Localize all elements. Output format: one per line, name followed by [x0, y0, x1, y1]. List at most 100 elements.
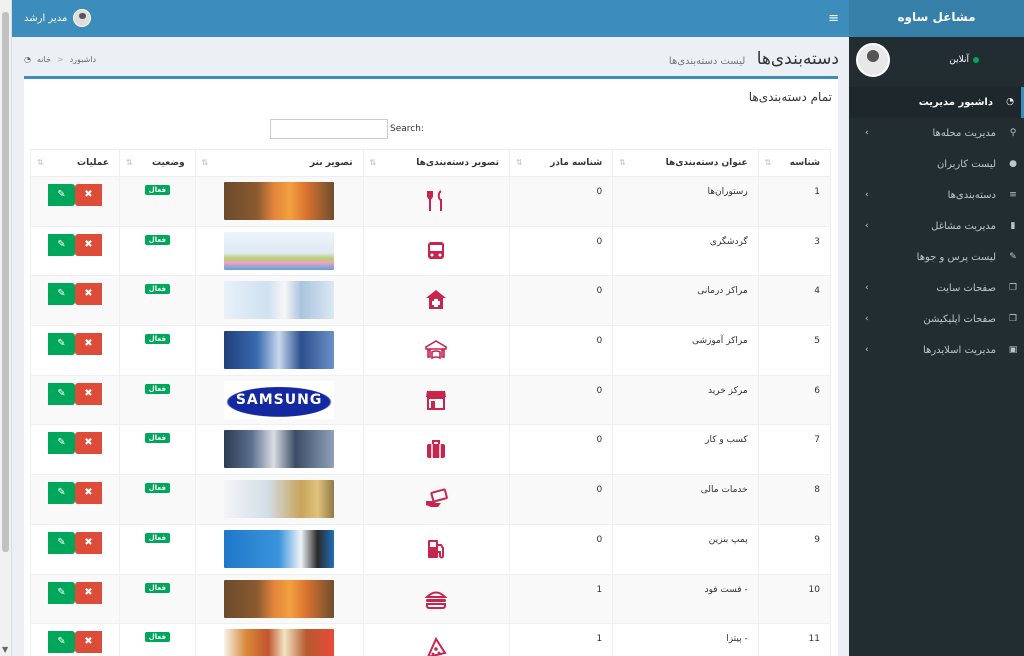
sidebar-item-label: لیست کاربران	[936, 159, 996, 170]
cell-category-image	[362, 374, 511, 426]
delete-button[interactable]: ✖	[74, 184, 102, 206]
edit-icon: ✎	[57, 189, 66, 200]
cell-banner-image	[194, 176, 364, 227]
close-icon: ✖	[84, 189, 93, 200]
table-row: 1 رستوران‌ها 0 فعال ✖ ✎	[30, 176, 832, 227]
row-actions: ✖ ✎	[47, 631, 102, 654]
cell-title: کسب و کار	[612, 424, 759, 476]
delete-button[interactable]: ✖	[74, 382, 102, 405]
sidebar-item-7[interactable]: ❐ صفحات اپلیکیشن ›	[849, 304, 1024, 335]
sidebar-user-panel: آنلاین	[849, 37, 1024, 87]
sidebar-toggle-icon[interactable]: ≡	[828, 11, 839, 26]
cell-title: خدمات مالی	[612, 474, 759, 525]
delete-button[interactable]: ✖	[74, 581, 102, 604]
table-row: 8 خدمات مالی 0 فعال ✖ ✎	[30, 474, 832, 525]
tourism-banner-image	[224, 231, 335, 270]
edit-button[interactable]: ✎	[47, 382, 75, 405]
status-badge: فعال	[144, 334, 170, 345]
row-actions: ✖ ✎	[47, 283, 102, 306]
status-badge: فعال	[144, 483, 170, 494]
delete-button[interactable]: ✖	[74, 432, 102, 455]
sidebar-item-5[interactable]: ✎ لیست پرس و جوها	[849, 242, 1024, 273]
edit-button[interactable]: ✎	[47, 233, 75, 256]
finance-banner-image	[224, 480, 335, 519]
cell-banner-image	[194, 325, 364, 376]
cell-status: فعال	[118, 275, 196, 327]
cell-title: رستوران‌ها	[612, 176, 759, 227]
edit-button[interactable]: ✎	[47, 184, 75, 206]
edit-button[interactable]: ✎	[47, 432, 75, 455]
edit-button[interactable]: ✎	[47, 283, 75, 306]
cell-banner-image	[194, 573, 364, 625]
sidebar-item-1[interactable]: ⚲ مدیریت محله‌ها ›	[849, 118, 1024, 149]
cell-status: فعال	[118, 573, 196, 625]
delete-button[interactable]: ✖	[74, 233, 102, 256]
column-header-label: عنوان دسته‌بندی‌ها	[665, 158, 748, 168]
utensils-icon	[427, 190, 443, 211]
cell-id: 8	[757, 474, 832, 525]
scroll-down-arrow-icon[interactable]: ▼	[2, 645, 8, 654]
sidebar: آنلاین ◔ داشبور مدیریت ⚲ مدیریت محله‌ها › ● لی…	[849, 37, 1024, 656]
search-input[interactable]	[270, 119, 388, 139]
table-row: 11- پیتزا 1 فعال ✖ ✎	[30, 623, 832, 656]
cell-title: پمپ بنزین	[612, 523, 759, 575]
education-banner-image	[224, 331, 335, 370]
edit-button[interactable]: ✎	[47, 333, 75, 356]
brand-logo[interactable]: مشاغل ساوه	[849, 0, 1024, 37]
cell-banner-image	[194, 275, 364, 327]
sidebar-item-6[interactable]: ❐ صفحات سایت ›	[849, 273, 1024, 304]
sidebar-item-label: مدیریت اسلایدرها	[923, 345, 996, 356]
edit-button[interactable]: ✎	[47, 581, 75, 604]
page-scrollbar[interactable]: ▼	[0, 0, 12, 656]
edit-icon: ✎	[57, 586, 66, 598]
cell-parent-id: 0	[508, 225, 614, 277]
cell-banner-image	[194, 523, 364, 575]
edit-button[interactable]: ✎	[47, 531, 75, 554]
delete-button[interactable]: ✖	[74, 482, 102, 505]
scrollbar-thumb[interactable]	[2, 12, 9, 552]
edit-icon: ✎	[57, 536, 66, 548]
store-icon	[426, 390, 447, 410]
user-name: مدیر ارشد	[24, 12, 68, 24]
building-icon: ▮	[1010, 221, 1016, 231]
cell-id: 4	[757, 275, 832, 327]
sidebar-item-4[interactable]: ▮ مدیریت مشاغل ›	[849, 211, 1024, 242]
sidebar-item-3[interactable]: ≡ دسته‌بندی‌ها ›	[849, 180, 1024, 211]
chevron-left-icon: ›	[865, 128, 869, 138]
cell-parent-id: 1	[508, 573, 614, 625]
sort-icon: ⇅	[125, 158, 133, 167]
delete-button[interactable]: ✖	[74, 631, 102, 654]
column-header-4[interactable]: تصویر بنر ⇅	[194, 149, 364, 177]
edit-button[interactable]: ✎	[47, 631, 75, 654]
row-actions: ✖ ✎	[47, 482, 102, 505]
sort-icon: ⇅	[764, 158, 772, 167]
sidebar-item-2[interactable]: ● لیست کاربران	[849, 149, 1024, 180]
delete-button[interactable]: ✖	[74, 531, 102, 554]
cell-operations: ✖ ✎	[30, 623, 120, 656]
column-header-5[interactable]: وضعیت ⇅	[118, 149, 196, 177]
column-header-3[interactable]: تصویر دسته‌بندی‌ها ⇅	[362, 149, 511, 177]
sidebar-item-label: لیست پرس و جوها	[916, 252, 996, 263]
cell-operations: ✖ ✎	[30, 225, 120, 277]
cell-title: گردشگری	[612, 225, 759, 277]
fuel-banner-image	[224, 529, 335, 568]
breadcrumb-home[interactable]: خانه	[37, 55, 51, 64]
status-badge: فعال	[144, 632, 170, 643]
delete-button[interactable]: ✖	[74, 283, 102, 306]
user-menu[interactable]: مدیر ارشد	[24, 9, 92, 27]
delete-button[interactable]: ✖	[74, 333, 102, 356]
column-header-1[interactable]: عنوان دسته‌بندی‌ها ⇅	[612, 149, 759, 177]
column-header-6[interactable]: عملیات ⇅	[30, 149, 120, 177]
page-title: دسته‌بندی‌ها لیست دسته‌بندی‌ها	[669, 49, 839, 69]
sidebar-item-8[interactable]: ▣ مدیریت اسلایدرها ›	[849, 335, 1024, 366]
status-badge: فعال	[144, 284, 170, 295]
breadcrumb-separator-icon: <	[56, 55, 64, 64]
hospital-icon	[426, 290, 447, 310]
sidebar-item-0[interactable]: ◔ داشبور مدیریت	[849, 87, 1024, 118]
column-header-0[interactable]: شناسه ⇅	[757, 149, 832, 177]
edit-button[interactable]: ✎	[47, 482, 75, 505]
row-actions: ✖ ✎	[47, 432, 102, 455]
cell-banner-image	[194, 623, 364, 656]
breadcrumb-current: داشبورد	[69, 55, 97, 64]
column-header-2[interactable]: شناسه مادر ⇅	[508, 149, 614, 177]
